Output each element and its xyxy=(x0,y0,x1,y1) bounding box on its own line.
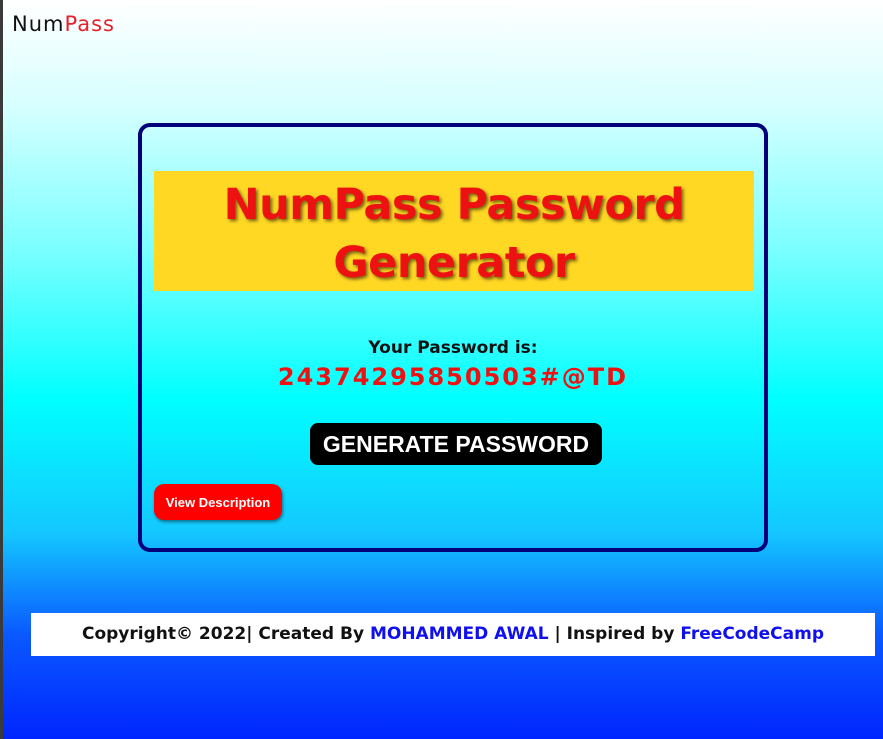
title-banner: NumPass Password Generator xyxy=(154,171,754,291)
logo-text-main: Num xyxy=(12,12,65,36)
title-line-2: Generator xyxy=(333,238,575,288)
footer-copyright: Copyright© 2022 xyxy=(81,624,247,644)
footer-created-by: Created By xyxy=(258,624,365,644)
footer-separator: | xyxy=(554,624,561,644)
password-output: 24374295850503#@TD xyxy=(277,363,629,391)
password-label: Your Password is: xyxy=(368,338,538,358)
footer-separator: | xyxy=(246,624,253,644)
logo-text-accent: Pass xyxy=(64,12,115,36)
author-link[interactable]: MOHAMMED AWAL xyxy=(370,624,549,644)
window-left-border xyxy=(0,0,3,739)
title-line-1: NumPass Password xyxy=(223,180,685,230)
generator-card: NumPass Password Generator Your Password… xyxy=(138,123,768,552)
page-title: NumPass Password Generator xyxy=(154,176,754,292)
footer-inspired-by: Inspired by xyxy=(566,624,675,644)
footer: Copyright© 2022| Created By MOHAMMED AWA… xyxy=(31,613,875,656)
freecodecamp-link[interactable]: FreeCodeCamp xyxy=(680,624,824,644)
generate-password-button[interactable]: GENERATE PASSWORD xyxy=(310,423,602,465)
view-description-button[interactable]: View Description xyxy=(154,484,282,520)
brand-logo[interactable]: NumPass xyxy=(12,12,115,36)
